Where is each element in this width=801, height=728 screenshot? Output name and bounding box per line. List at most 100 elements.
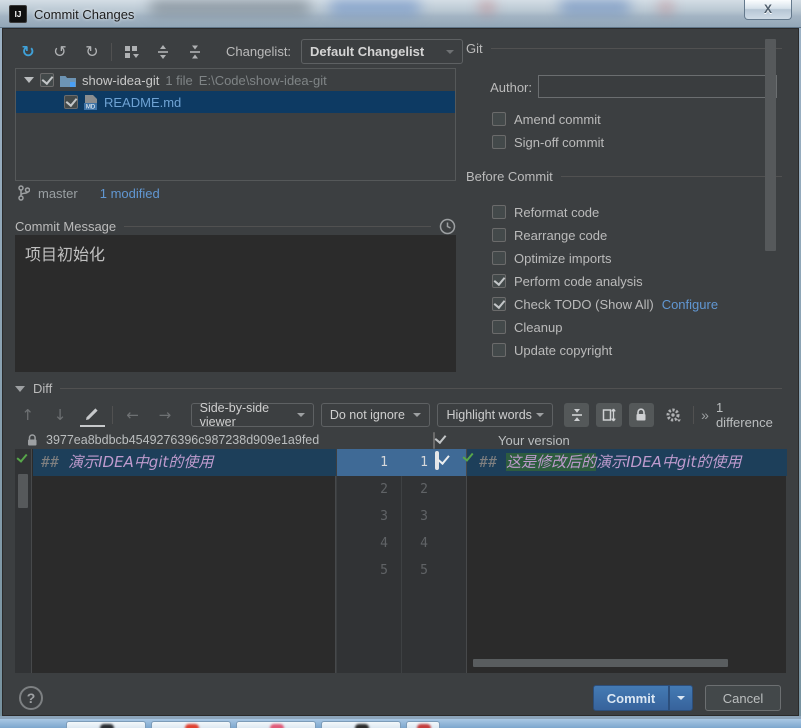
configure-link[interactable]: Configure [662,297,718,312]
undo-icon: ↺ [53,42,67,61]
right-panel-scrollbar[interactable] [765,39,776,251]
diff-collapse-icon[interactable] [15,385,25,392]
copyright-checkbox[interactable] [492,343,506,357]
left-pane-gutter [15,449,32,673]
highlight-mode-value: Highlight words [446,408,532,422]
close-button[interactable]: X [744,0,792,20]
rollback-button[interactable]: ↺ [47,40,73,64]
md-marker: ## [479,453,498,471]
right-line-number: 4 [420,536,428,551]
amend-checkbox[interactable] [492,112,506,126]
todo-checkbox[interactable] [492,297,506,311]
taskbar-app-button[interactable] [151,721,231,728]
cancel-button[interactable]: Cancel [705,685,781,711]
author-label: Author: [490,80,532,95]
signoff-checkbox[interactable] [492,135,506,149]
ignore-mode-combobox[interactable]: Do not ignore [320,403,431,427]
forward-button[interactable]: → [152,403,177,427]
changelist-combobox[interactable]: Default Changelist [301,39,464,64]
lock-icon [28,433,37,445]
changes-tree: show-idea-git 1 file E:\Code\show-idea-g… [15,68,456,181]
option-update-copyright[interactable]: Update copyright [492,341,612,359]
chevron-down-icon [677,696,685,700]
help-button[interactable]: ? [19,686,43,710]
collapse-all-button[interactable] [182,40,208,64]
option-optimize-imports[interactable]: Optimize imports [492,249,612,267]
option-code-analysis[interactable]: Perform code analysis [492,272,643,290]
root-checkbox[interactable] [40,73,54,87]
edit-source-button[interactable] [79,403,105,427]
cleanup-checkbox[interactable] [492,320,506,334]
section-divider [490,48,782,49]
signoff-commit-option[interactable]: Sign-off commit [492,133,604,151]
rearrange-checkbox[interactable] [492,228,506,242]
chevron-down-icon [535,413,544,417]
back-button[interactable]: ← [120,403,145,427]
window-title: Commit Changes [34,7,135,22]
refresh-icon: ↻ [85,42,99,61]
option-reformat-code[interactable]: Reformat code [492,203,599,221]
taskbar-app-button[interactable] [236,721,316,728]
history-clock-icon[interactable] [439,218,456,235]
commit-message-editor[interactable]: 项目初始化 [15,235,456,372]
toolbar-separator [111,42,112,61]
read-only-lock-button[interactable] [628,403,654,427]
refresh-button[interactable]: ↻ [79,40,105,64]
folder-icon [60,76,76,87]
tree-row-file[interactable]: MD README.md [16,91,455,113]
diff-header-checkbox[interactable] [433,432,435,449]
commit-dropdown-button[interactable] [669,685,693,711]
amend-commit-option[interactable]: Amend commit [492,110,601,128]
viewer-mode-combobox[interactable]: Side-by-side viewer [190,401,314,429]
include-change-checkbox[interactable] [435,451,439,470]
titlebar-glass-blob [150,0,310,14]
taskbar-app-button[interactable] [321,721,401,728]
diff-settings-button[interactable] [661,403,686,427]
section-divider [124,226,431,227]
before-commit-header: Before Commit [466,169,782,184]
taskbar-app-button[interactable] [66,721,146,728]
commit-button[interactable]: Commit [593,685,669,711]
diff-right-line-1[interactable]: ## 这是修改后的演示IDEA中git的使用 [467,449,787,476]
vcs-status-row: master 1 modified [17,185,160,201]
changelist-label: Changelist: [226,44,292,59]
right-line-number: 2 [420,482,428,497]
pencil-icon [86,408,98,420]
changelist-value: Default Changelist [310,44,425,59]
changes-toolbar: ↻ ↺ ↻ Changelist: Default Changelist [15,39,464,64]
difference-count: 1 difference [715,400,773,430]
taskbar-app-button[interactable] [406,721,440,728]
git-section-header: Git [466,41,782,56]
left-pane-scrollbar[interactable] [18,474,28,508]
titlebar[interactable]: IJ Commit Changes X [0,0,801,28]
optimize-checkbox[interactable] [492,251,506,265]
option-label: Reformat code [514,204,600,220]
option-rearrange-code[interactable]: Rearrange code [492,226,607,244]
left-revision-hash: 3977ea8bdbcb4549276396c987238d909e1a9fed [46,433,320,447]
expand-all-button[interactable] [150,40,176,64]
synchronize-scrolling-button[interactable] [596,403,622,427]
group-by-button[interactable] [118,40,144,64]
chevron-double-icon[interactable]: » [701,407,709,423]
root-file-count: 1 file [165,72,193,88]
collapse-unchanged-button[interactable] [563,403,590,427]
option-check-todo[interactable]: Check TODO (Show All) Configure [492,295,718,313]
amend-label: Amend commit [514,111,601,127]
modified-count-link[interactable]: 1 modified [100,186,160,201]
prev-difference-button[interactable]: ↑ [15,403,40,427]
author-field[interactable] [538,75,777,98]
next-difference-button[interactable]: ↓ [47,403,72,427]
refresh-changes-button[interactable]: ↻ [15,40,41,64]
highlight-mode-combobox[interactable]: Highlight words [437,403,553,427]
branch-icon [18,185,30,201]
analysis-checkbox[interactable] [492,274,506,288]
tree-row-root[interactable]: show-idea-git 1 file E:\Code\show-idea-g… [16,69,455,91]
file-checkbox[interactable] [64,95,78,109]
diff-right-pane[interactable]: ## 这是修改后的演示IDEA中git的使用 [466,449,787,673]
option-cleanup[interactable]: Cleanup [492,318,562,336]
reformat-checkbox[interactable] [492,205,506,219]
expander-icon[interactable] [24,77,34,83]
signoff-label: Sign-off commit [514,134,605,150]
right-pane-hscrollbar[interactable] [473,659,728,667]
left-line-text: 演示IDEA中git的使用 [68,453,214,471]
